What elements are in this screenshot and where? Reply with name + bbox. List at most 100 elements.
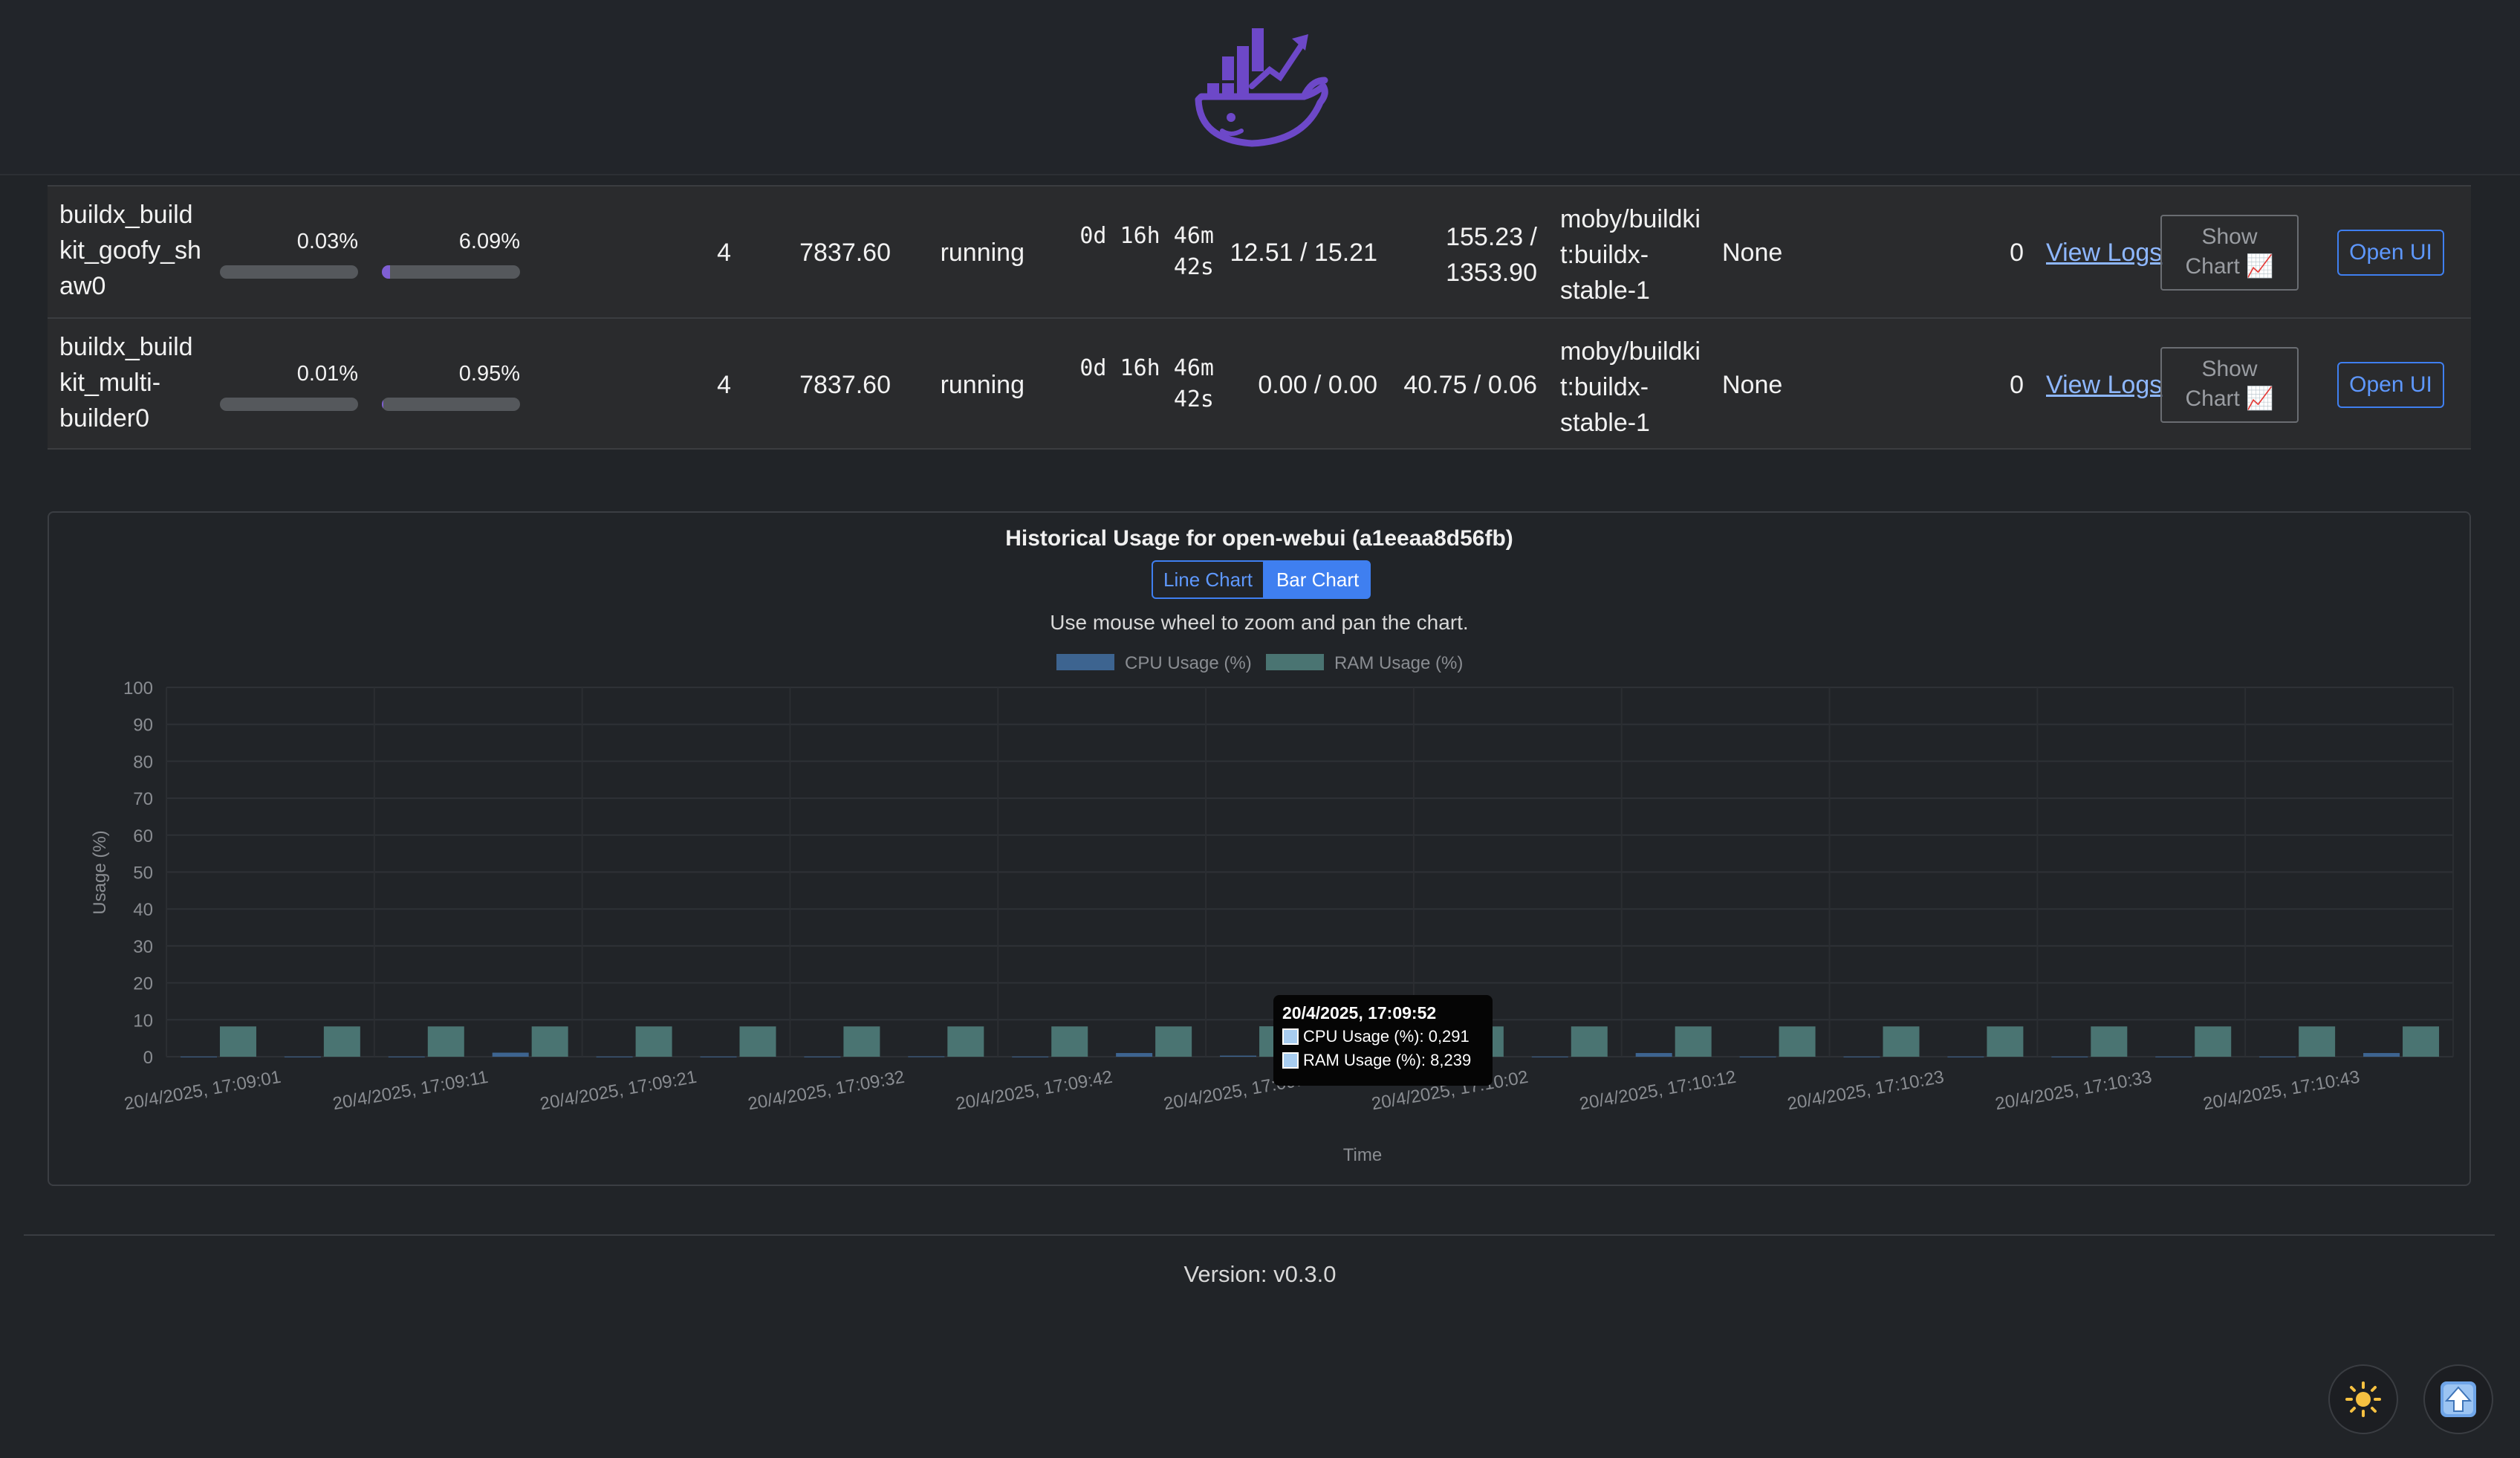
ram-swatch bbox=[1282, 1052, 1299, 1069]
ram-bar bbox=[843, 1026, 880, 1057]
uptime: 0d 16h 46m 42s bbox=[1079, 355, 1214, 412]
restart-count: 0 bbox=[2010, 239, 2024, 267]
tooltip-ram-row: RAM Usage (%): 8,239 bbox=[1282, 1049, 1484, 1072]
show-chart-button[interactable]: Show Chart 📈 bbox=[2160, 347, 2299, 423]
open-ui-button[interactable]: Open UI bbox=[2337, 362, 2444, 408]
x-tick-label: 20/4/2025, 17:09:42 bbox=[954, 1067, 1114, 1115]
ram-bar bbox=[1571, 1026, 1608, 1057]
containers-table: buildx_build kit_goofy_sh aw0 0.03% 6.09… bbox=[48, 185, 2471, 450]
scroll-top-button[interactable] bbox=[2423, 1364, 2493, 1434]
show-chart-button[interactable]: Show Chart 📈 bbox=[2160, 215, 2299, 291]
x-tick-label: 20/4/2025, 17:10:43 bbox=[2201, 1067, 2361, 1115]
x-tick-label: 20/4/2025, 17:09:32 bbox=[747, 1067, 906, 1115]
y-tick-label: 40 bbox=[133, 900, 153, 920]
ram-bar bbox=[947, 1026, 984, 1057]
y-tick-label: 10 bbox=[133, 1011, 153, 1031]
ram-bar bbox=[531, 1026, 568, 1057]
x-tick-label: 20/4/2025, 17:09:01 bbox=[123, 1067, 282, 1115]
x-tick-label: 20/4/2025, 17:09:21 bbox=[539, 1067, 698, 1115]
memory-limit: 7837.60 bbox=[799, 371, 891, 399]
y-tick-label: 20 bbox=[133, 974, 153, 994]
x-tick-label: 20/4/2025, 17:10:23 bbox=[1786, 1067, 1946, 1115]
cpu-bar bbox=[1220, 1055, 1257, 1057]
ram-bar bbox=[219, 1026, 256, 1057]
block-io: 155.23 / 1353.90 bbox=[1446, 223, 1537, 287]
historical-usage-panel: Historical Usage for open-webui (a1eeaa8… bbox=[48, 511, 2471, 1186]
ram-bar bbox=[635, 1026, 672, 1057]
x-tick-label: 20/4/2025, 17:10:12 bbox=[1578, 1067, 1738, 1115]
docker-whale-logo bbox=[1195, 28, 1328, 147]
y-axis-title: Usage (%) bbox=[90, 830, 110, 914]
ram-progress-bar bbox=[382, 265, 520, 279]
ram-bar bbox=[323, 1026, 360, 1057]
x-tick-label: 20/4/2025, 17:10:33 bbox=[1994, 1067, 2154, 1115]
version-text: Version: v0.3.0 bbox=[1183, 1261, 1337, 1287]
ram-bar bbox=[1987, 1026, 2024, 1057]
cpu-bar bbox=[2363, 1053, 2400, 1057]
view-logs-link[interactable]: View Logs bbox=[2046, 367, 2162, 403]
tooltip-cpu-text: CPU Usage (%): 0,291 bbox=[1303, 1027, 1470, 1046]
y-tick-label: 60 bbox=[133, 826, 153, 846]
legend-label: RAM Usage (%) bbox=[1334, 653, 1463, 673]
x-axis-title: Time bbox=[1343, 1145, 1382, 1165]
footer-divider bbox=[24, 1234, 2495, 1236]
memory-limit: 7837.60 bbox=[799, 239, 891, 267]
cpu-bar bbox=[492, 1052, 529, 1057]
uptime: 0d 16h 46m 42s bbox=[1079, 223, 1214, 280]
x-tick-label: 20/4/2025, 17:09:11 bbox=[331, 1067, 490, 1114]
ram-percent: 6.09% bbox=[458, 230, 520, 253]
y-tick-label: 70 bbox=[133, 789, 153, 809]
cpu-swatch bbox=[1282, 1028, 1299, 1045]
restart-count: 0 bbox=[2010, 371, 2024, 399]
cpu-progress-bar bbox=[220, 398, 358, 411]
status-text: running bbox=[940, 371, 1024, 399]
net-io: 12.51 / 15.21 bbox=[1230, 239, 1377, 267]
ram-bar bbox=[2299, 1026, 2336, 1057]
ram-bar bbox=[1155, 1026, 1192, 1057]
ram-bar bbox=[1675, 1026, 1712, 1057]
ram-bar bbox=[2091, 1026, 2128, 1057]
y-tick-label: 0 bbox=[143, 1048, 153, 1068]
arrow-up-icon bbox=[2441, 1381, 2476, 1417]
cpu-percent: 0.03% bbox=[296, 230, 358, 253]
view-logs-link[interactable]: View Logs bbox=[2046, 235, 2162, 270]
status-text: running bbox=[940, 239, 1024, 267]
ports: None bbox=[1722, 371, 1783, 399]
chart-tooltip: 20/4/2025, 17:09:52 CPU Usage (%): 0,291… bbox=[1273, 995, 1493, 1086]
legend-cpu-swatch bbox=[1056, 654, 1114, 670]
top-header bbox=[0, 0, 2520, 175]
container-name: buildx_build kit_multi- builder0 bbox=[59, 333, 193, 432]
cpu-bar bbox=[1116, 1053, 1153, 1057]
theme-toggle-button[interactable] bbox=[2328, 1364, 2398, 1434]
cpu-progress-bar bbox=[220, 265, 358, 279]
y-tick-label: 30 bbox=[133, 937, 153, 957]
ram-bar bbox=[2195, 1026, 2232, 1057]
ram-bar bbox=[1779, 1026, 1816, 1057]
ports: None bbox=[1722, 239, 1783, 267]
legend-label: CPU Usage (%) bbox=[1125, 653, 1252, 673]
usage-bar-chart[interactable]: 0 10 20 30 40 50 60 70 80 90 100 20/4/2025, 17:09:0… bbox=[49, 513, 2472, 1188]
legend-ram-swatch bbox=[1266, 654, 1324, 670]
cpu-percent: 0.01% bbox=[296, 362, 358, 386]
y-tick-label: 80 bbox=[133, 752, 153, 772]
image-name: moby/buildki t:buildx- stable-1 bbox=[1560, 205, 1701, 305]
ram-bar bbox=[1051, 1026, 1088, 1057]
process-count: 4 bbox=[717, 371, 731, 399]
ram-bar bbox=[427, 1026, 464, 1057]
tooltip-cpu-row: CPU Usage (%): 0,291 bbox=[1282, 1025, 1484, 1049]
ram-bar bbox=[739, 1026, 776, 1057]
y-tick-label: 90 bbox=[133, 716, 153, 736]
cpu-bar bbox=[1635, 1053, 1672, 1057]
process-count: 4 bbox=[717, 239, 731, 267]
ram-percent: 0.95% bbox=[458, 362, 520, 386]
ram-bar bbox=[2403, 1026, 2440, 1057]
table-row: buildx_build kit_goofy_sh aw0 0.03% 6.09… bbox=[48, 185, 2471, 317]
y-tick-label: 50 bbox=[133, 864, 153, 884]
block-io: 40.75 / 0.06 bbox=[1403, 371, 1537, 399]
table-row: buildx_build kit_multi- builder0 0.01% 0… bbox=[48, 317, 2471, 450]
container-name: buildx_build kit_goofy_sh aw0 bbox=[59, 201, 201, 300]
net-io: 0.00 / 0.00 bbox=[1258, 371, 1377, 399]
image-name: moby/buildki t:buildx- stable-1 bbox=[1560, 337, 1701, 437]
ram-progress-bar bbox=[382, 398, 520, 411]
open-ui-button[interactable]: Open UI bbox=[2337, 230, 2444, 276]
